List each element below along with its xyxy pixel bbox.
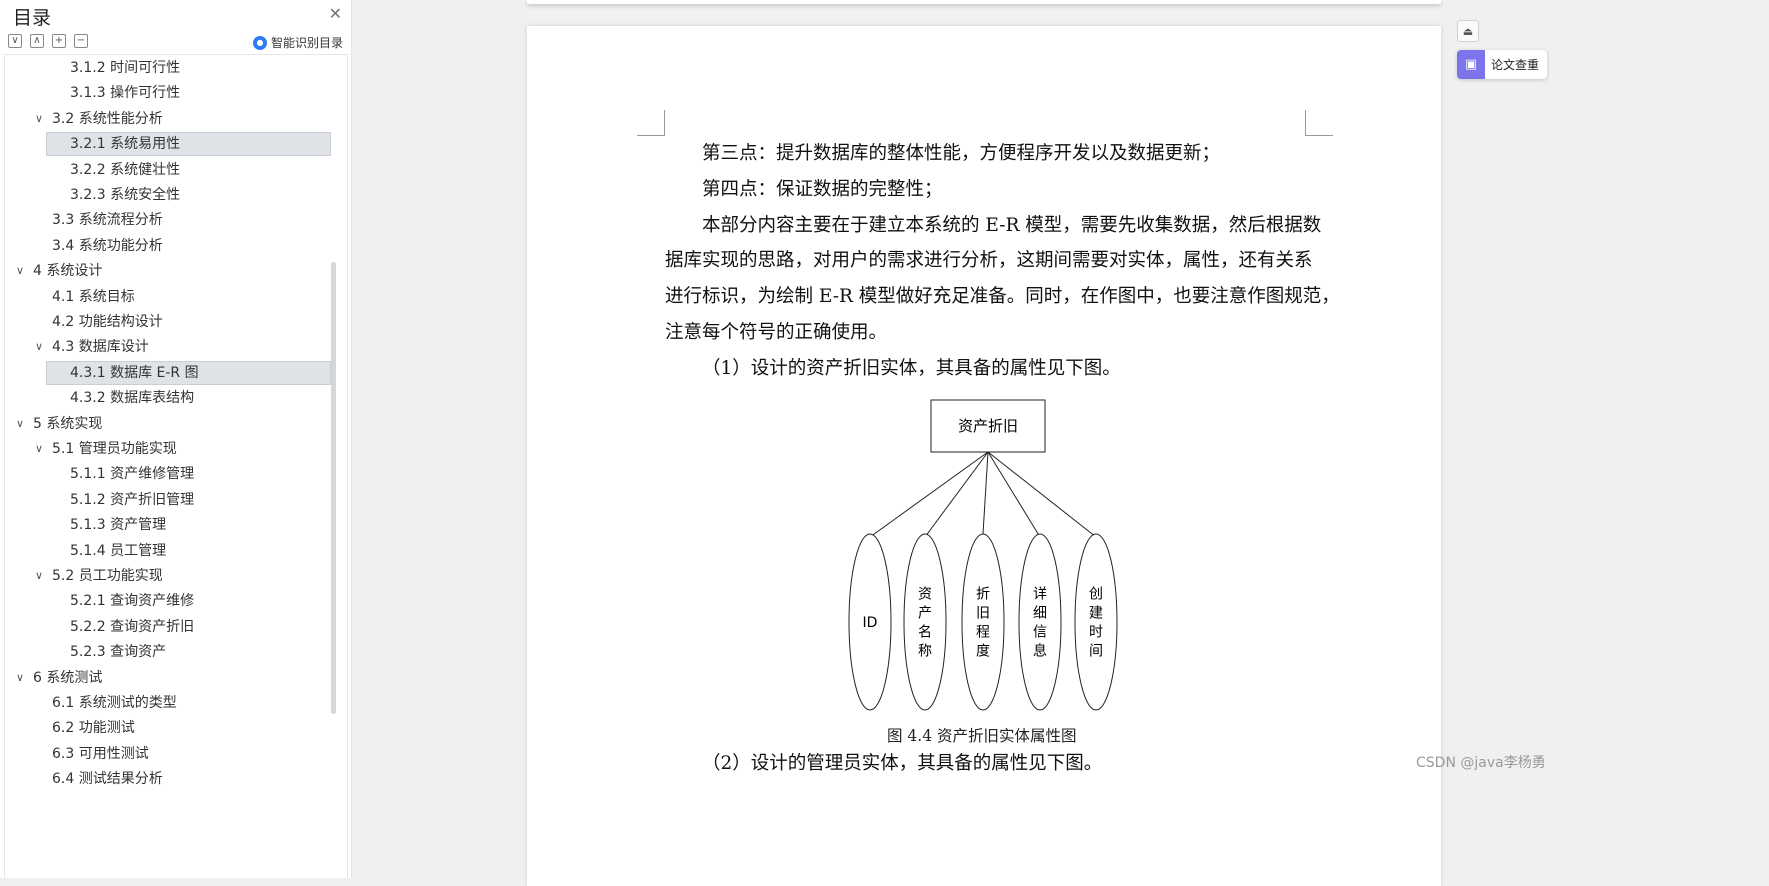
chevron-down-icon[interactable]: ∨ xyxy=(16,264,24,278)
toc-item[interactable]: 3.2 系统性能分析 xyxy=(52,107,163,131)
toc-item[interactable]: 4.1 系统目标 xyxy=(52,285,135,309)
collapse-all-icon[interactable]: ∨ xyxy=(8,34,22,48)
attribute-ellipse xyxy=(1018,533,1062,711)
attribute-label: ID xyxy=(863,615,878,631)
entity-label: 资产折旧 xyxy=(958,417,1018,435)
attribute-ellipse xyxy=(903,533,947,711)
toc-item[interactable]: 6.3 可用性测试 xyxy=(52,742,149,766)
toc-item[interactable]: 6.4 测试结果分析 xyxy=(52,767,163,791)
toc-item[interactable]: 5.1 管理员功能实现 xyxy=(52,437,177,461)
toc-list: 3.1.2 时间可行性 3.1.3 操作可行性 ∨ 3.2 系统性能分析 3.2.1 系… xyxy=(4,54,348,878)
toc-scrollbar[interactable] xyxy=(331,262,336,714)
toc-item[interactable]: 3.4 系统功能分析 xyxy=(52,234,163,258)
relation-line xyxy=(869,451,989,538)
toc-item[interactable]: 3.2.2 系统健壮性 xyxy=(70,158,180,182)
smart-toc-button[interactable]: ● 智能识别目录 xyxy=(252,34,343,51)
document-area: 第三点：提升数据库的整体性能，方便程序开发以及数据更新； 第四点：保证数据的完整… xyxy=(353,0,1769,886)
previous-page-edge xyxy=(527,0,1441,4)
toc-item[interactable]: 4 系统设计 xyxy=(33,259,102,283)
collapse-up-icon[interactable]: ⏏ xyxy=(1457,20,1479,42)
toc-item[interactable]: 3.1.3 操作可行性 xyxy=(70,81,180,105)
toc-item[interactable]: 5.1.2 资产折旧管理 xyxy=(70,488,194,512)
paper-check-label: 论文查重 xyxy=(1491,58,1540,72)
toc-item[interactable]: 4.3.1 数据库 E-R 图 xyxy=(70,361,199,385)
paper-check-icon: ▣ xyxy=(1457,50,1485,79)
toc-item[interactable]: 3.2.3 系统安全性 xyxy=(70,183,180,207)
toc-item[interactable]: 6.1 系统测试的类型 xyxy=(52,691,177,715)
chevron-down-icon[interactable]: ∨ xyxy=(35,340,43,354)
expand-up-icon[interactable]: ∧ xyxy=(30,34,44,48)
toc-item[interactable]: 6.2 功能测试 xyxy=(52,716,135,740)
toc-item[interactable]: 4.2 功能结构设计 xyxy=(52,310,163,334)
close-icon[interactable]: ✕ xyxy=(329,4,342,23)
toc-item[interactable]: 5.1.3 资产管理 xyxy=(70,513,166,537)
toc-item[interactable]: 5.2.1 查询资产维修 xyxy=(70,589,194,613)
relation-line xyxy=(924,451,989,538)
toc-item[interactable]: 5.2 员工功能实现 xyxy=(52,564,163,588)
add-icon[interactable]: + xyxy=(52,34,66,48)
ai-icon: ● xyxy=(252,35,267,50)
toc-item[interactable]: 4.3 数据库设计 xyxy=(52,335,149,359)
paragraph: （2）设计的管理员实体，其具备的属性见下图。 xyxy=(702,753,1103,774)
chevron-down-icon[interactable]: ∨ xyxy=(35,112,43,126)
watermark: CSDN @java李杨勇 xyxy=(1416,755,1546,771)
toc-item[interactable]: 4.3.2 数据库表结构 xyxy=(70,386,194,410)
toc-item[interactable]: 5.1.1 资产维修管理 xyxy=(70,462,194,486)
toc-item[interactable]: 5.2.2 查询资产折旧 xyxy=(70,615,194,639)
smart-toc-label: 智能识别目录 xyxy=(270,36,343,50)
attribute-ellipse xyxy=(961,533,1005,711)
chevron-down-icon[interactable]: ∨ xyxy=(16,417,24,431)
attribute-ellipse xyxy=(1074,533,1118,711)
toc-item[interactable]: 5.2.3 查询资产 xyxy=(70,640,166,664)
remove-icon[interactable]: − xyxy=(74,34,88,48)
toc-panel: 目录 ✕ ∨ ∧ + − ● 智能识别目录 3.1.2 时间可行性 3.1.3 操… xyxy=(0,0,352,878)
paper-check-button[interactable]: ▣ 论文查重 xyxy=(1457,50,1547,79)
chevron-down-icon[interactable]: ∨ xyxy=(16,671,24,685)
relation-line xyxy=(987,451,1097,538)
relation-line xyxy=(982,451,989,535)
toc-item[interactable]: 3.3 系统流程分析 xyxy=(52,208,163,232)
relation-line xyxy=(987,451,1041,538)
toc-header: 目录 ✕ xyxy=(0,0,352,32)
chevron-down-icon[interactable]: ∨ xyxy=(35,442,43,456)
toc-item[interactable]: 5 系统实现 xyxy=(33,412,102,436)
toc-item[interactable]: 6 系统测试 xyxy=(33,666,102,690)
toc-item[interactable]: 5.1.4 员工管理 xyxy=(70,539,166,563)
chevron-down-icon[interactable]: ∨ xyxy=(35,569,43,583)
figure-caption: 图 4.4 资产折旧实体属性图 xyxy=(887,727,1077,745)
toc-item[interactable]: 3.1.2 时间可行性 xyxy=(70,56,180,80)
toc-toolbar: ∨ ∧ + − xyxy=(8,34,88,50)
toc-item[interactable]: 3.2.1 系统易用性 xyxy=(70,132,180,156)
document-page: 第三点：提升数据库的整体性能，方便程序开发以及数据更新； 第四点：保证数据的完整… xyxy=(527,26,1441,886)
toc-title: 目录 xyxy=(13,7,52,29)
